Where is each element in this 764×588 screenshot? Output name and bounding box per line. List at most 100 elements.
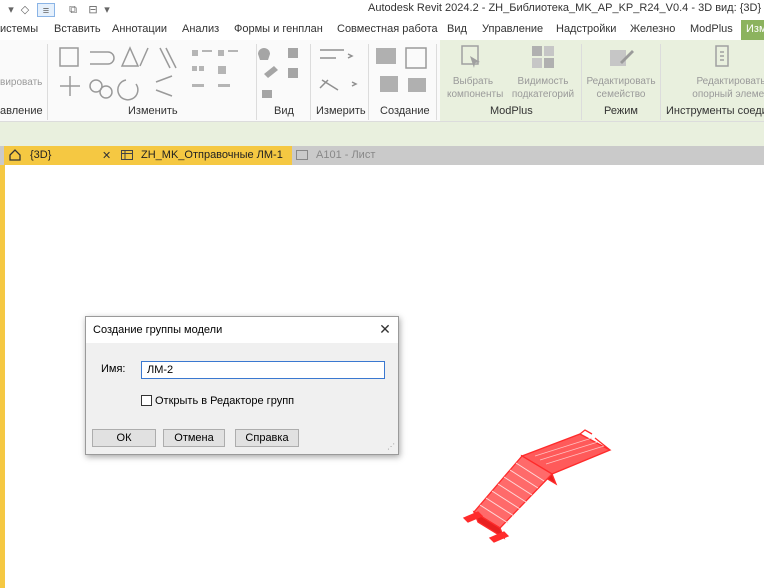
tab-addins[interactable]: Надстройки [556, 23, 616, 35]
select-components-button[interactable]: Выбрать компоненты [447, 75, 504, 101]
quick-access-dropdown-icon[interactable]: ▾ [4, 3, 18, 17]
array-icon [192, 66, 197, 71]
offset-icon [90, 51, 115, 65]
panel-separator [256, 44, 257, 120]
measure-icon [320, 49, 354, 59]
tab-annotate[interactable]: Аннотации [112, 23, 167, 35]
mirror-icon [120, 46, 149, 67]
paint-icon [264, 66, 278, 78]
subcategory-visibility-button[interactable]: Видимость подкатегорий [507, 75, 579, 101]
group-name-label: Имя: [101, 363, 126, 375]
align-icon [59, 47, 79, 67]
rotate-icon [117, 79, 139, 101]
panel-label-measure: Измерить [316, 105, 366, 117]
view-tab-schedule[interactable]: ZH_MK_Отправочные ЛМ-1 [117, 146, 292, 165]
edit-reference-button[interactable]: Редактировать опорный элемен [683, 75, 764, 101]
home-icon [9, 149, 21, 161]
tab-manage[interactable]: Управление [482, 23, 543, 35]
split-icon [192, 50, 198, 56]
override-icon [288, 68, 298, 78]
edit-reference-icon [715, 45, 729, 67]
resize-grip-icon[interactable]: ⋰ [387, 443, 395, 451]
tab-systems[interactable]: истемы [0, 23, 38, 35]
view-tools-icons [258, 48, 298, 98]
edit-family-button[interactable]: Редактировать семейство [583, 75, 659, 101]
open-in-group-editor-label[interactable]: Открыть в Редакторе групп [155, 395, 294, 407]
scale-icon [218, 66, 226, 74]
filter-icon [262, 90, 272, 98]
select-components-line2: компоненты [447, 89, 504, 100]
hide-icon [288, 48, 298, 58]
panel-separator [368, 44, 369, 120]
create-group-icon [405, 47, 427, 69]
view-tab-sheet-label: A101 - Лист [316, 149, 376, 161]
panel-separator [310, 44, 311, 120]
panel-separator [436, 44, 437, 120]
dimension-icon [319, 79, 358, 91]
bulb-icon [258, 48, 270, 60]
create-parts-icon [408, 78, 426, 92]
switch-windows-qat-icon[interactable]: ⊟ [86, 3, 100, 17]
measure-tools-icons [319, 49, 358, 91]
edit-family-icon [610, 50, 634, 66]
split-gap-icon [218, 50, 224, 56]
view-tab-sheet[interactable]: A101 - Лист [292, 146, 764, 165]
mirror-draw-icon [159, 47, 177, 69]
tab-massing-site[interactable]: Формы и генплан [234, 23, 323, 35]
panel-label-tools: Инструменты соеди [666, 105, 764, 117]
ok-button[interactable]: ОК [92, 429, 156, 447]
tab-modify-label: Изм [746, 23, 764, 35]
tab-modify-active[interactable]: Изм [741, 20, 764, 40]
qat-more-icon[interactable]: ▾ [100, 3, 114, 17]
tab-zhelezno[interactable]: Железно [630, 23, 675, 35]
panel-separator [581, 44, 582, 120]
panel-separator [47, 44, 48, 120]
partial-button-label[interactable]: вировать [0, 76, 42, 89]
create-similar-icon [376, 48, 396, 64]
title-bar: ▾ ◇ ≡ ⧉ ⊟ ▾ Autodesk Revit 2024.2 - ZH_Б… [0, 0, 764, 20]
trim-icon [155, 75, 173, 97]
measure-qat-icon[interactable]: ◇ [18, 3, 32, 17]
panel-separator [660, 44, 661, 120]
panel-label-modplus: ModPlus [490, 105, 533, 117]
panel-label-modify: Изменить [128, 105, 178, 117]
create-model-group-dialog: Создание группы модели ✕ Имя: Открыть в … [85, 316, 399, 455]
close-hidden-qat-icon[interactable]: ⧉ [66, 3, 80, 17]
edit-family-line2: семейство [596, 89, 646, 100]
panel-label-view: Вид [274, 105, 294, 117]
group-name-input[interactable] [141, 361, 385, 379]
edit-reference-line2: опорный элемен [692, 89, 764, 100]
stair-3d-model[interactable] [460, 426, 620, 546]
create-assembly-icon [380, 76, 398, 92]
dialog-title-bar[interactable]: Создание группы модели ✕ [86, 317, 398, 343]
select-components-line1: Выбрать [452, 76, 494, 87]
pin-icon [192, 84, 204, 87]
cancel-button[interactable]: Отмена [163, 429, 225, 447]
move-icon [60, 76, 80, 96]
help-button[interactable]: Справка [235, 429, 299, 447]
tab-modplus[interactable]: ModPlus [690, 23, 733, 35]
panel-label-create: Создание [380, 105, 430, 117]
tab-collaborate[interactable]: Совместная работа [337, 23, 438, 35]
dialog-title: Создание группы модели [93, 324, 223, 336]
tab-insert[interactable]: Вставить [54, 23, 101, 35]
panel-label-mode: Режим [604, 105, 638, 117]
options-bar [0, 122, 764, 146]
view-tab-3d-label: {3D} [30, 149, 52, 161]
window-title: Autodesk Revit 2024.2 - ZH_Библиотека_MK… [368, 2, 762, 14]
view-tab-close-icon[interactable]: ✕ [102, 149, 111, 162]
ribbon-tab-bar: истемы Вставить Аннотации Анализ Формы и… [0, 20, 764, 40]
edit-family-line1: Редактировать [586, 76, 656, 87]
schedule-icon [121, 150, 133, 160]
tab-analyze[interactable]: Анализ [182, 23, 219, 35]
view-tab-3d[interactable]: {3D} ✕ [4, 146, 117, 165]
tab-view[interactable]: Вид [447, 23, 467, 35]
dialog-close-icon[interactable]: ✕ [376, 320, 394, 338]
view-tab-bar: {3D} ✕ ZH_MK_Отправочные ЛМ-1 A101 - Лис… [0, 146, 764, 165]
thin-lines-qat-icon[interactable]: ≡ [37, 3, 55, 17]
open-in-group-editor-checkbox[interactable] [141, 395, 152, 406]
view-tab-schedule-label: ZH_MK_Отправочные ЛМ-1 [141, 149, 283, 161]
subcategory-visibility-line2: подкатегорий [511, 89, 575, 100]
subcategory-visibility-icon [532, 46, 554, 68]
panel-label-edit: авление [0, 105, 43, 117]
